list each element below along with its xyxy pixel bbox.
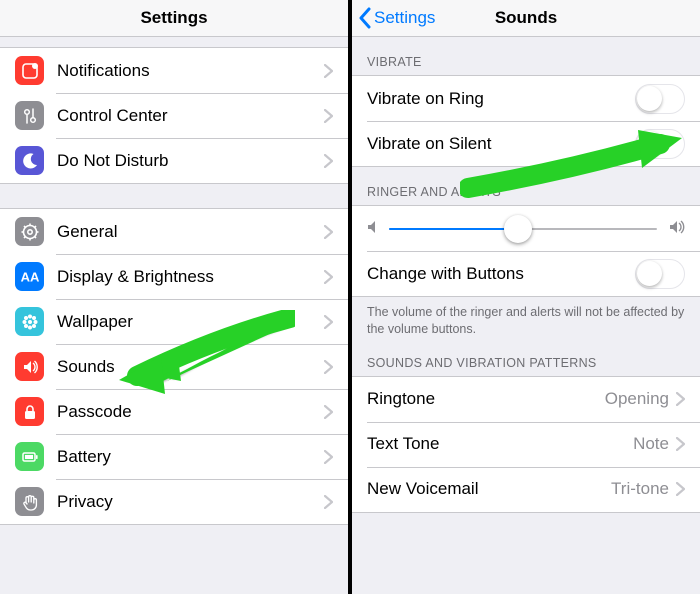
navbar-right: Settings Sounds bbox=[352, 0, 700, 37]
nav-title-right: Sounds bbox=[495, 8, 557, 28]
settings-row-label: Display & Brightness bbox=[57, 267, 324, 287]
chevron-right-icon bbox=[324, 405, 333, 419]
chevron-right-icon bbox=[676, 437, 685, 451]
settings-row-label: Control Center bbox=[57, 106, 324, 126]
speaker-icon bbox=[15, 352, 44, 381]
chevron-right-icon bbox=[324, 64, 333, 78]
back-label: Settings bbox=[374, 8, 435, 28]
slider-knob[interactable] bbox=[504, 215, 532, 243]
toggle-vibrate-on-silent[interactable] bbox=[635, 129, 685, 159]
settings-row-label: Privacy bbox=[57, 492, 324, 512]
row-label: Ringtone bbox=[367, 389, 605, 409]
settings-row-label: Sounds bbox=[57, 357, 324, 377]
sounds-pane: Settings Sounds Vibrate Vibrate on Ring … bbox=[352, 0, 700, 594]
settings-row-sounds[interactable]: Sounds bbox=[0, 344, 348, 389]
settings-row-label: Battery bbox=[57, 447, 324, 467]
chevron-right-icon bbox=[324, 154, 333, 168]
speaker-high-icon bbox=[669, 219, 685, 239]
row-change-with-buttons: Change with Buttons bbox=[352, 251, 700, 296]
settings-row-general[interactable]: General bbox=[0, 209, 348, 254]
chevron-right-icon bbox=[324, 225, 333, 239]
aa-icon bbox=[15, 262, 44, 291]
row-label: Change with Buttons bbox=[367, 264, 635, 284]
chevron-right-icon bbox=[324, 495, 333, 509]
settings-row-passcode[interactable]: Passcode bbox=[0, 389, 348, 434]
group-header-vibrate: Vibrate bbox=[352, 37, 700, 75]
chevron-right-icon bbox=[324, 360, 333, 374]
notifications-icon bbox=[15, 56, 44, 85]
gear-icon bbox=[15, 217, 44, 246]
chevron-right-icon bbox=[676, 482, 685, 496]
chevron-left-icon bbox=[358, 7, 371, 29]
moon-icon bbox=[15, 146, 44, 175]
row-value: Opening bbox=[605, 389, 669, 409]
vibrate-group: Vibrate on Ring Vibrate on Silent bbox=[352, 75, 700, 167]
row-vibrate-on-silent: Vibrate on Silent bbox=[352, 121, 700, 166]
battery-icon bbox=[15, 442, 44, 471]
settings-row-wallpaper[interactable]: Wallpaper bbox=[0, 299, 348, 344]
chevron-right-icon bbox=[324, 315, 333, 329]
row-vibrate-on-ring: Vibrate on Ring bbox=[352, 76, 700, 121]
settings-row-display[interactable]: Display & Brightness bbox=[0, 254, 348, 299]
control-center-icon bbox=[15, 101, 44, 130]
toggle-change-with-buttons[interactable] bbox=[635, 259, 685, 289]
settings-row-battery[interactable]: Battery bbox=[0, 434, 348, 479]
row-label: Text Tone bbox=[367, 434, 633, 454]
chevron-right-icon bbox=[324, 109, 333, 123]
navbar-left: Settings bbox=[0, 0, 348, 37]
chevron-right-icon bbox=[324, 450, 333, 464]
row-new-voicemail[interactable]: New Voicemail Tri-tone bbox=[352, 467, 700, 512]
settings-row-notifications[interactable]: Notifications bbox=[0, 48, 348, 93]
patterns-group: Ringtone Opening Text Tone Note New Voic… bbox=[352, 376, 700, 513]
lock-icon bbox=[15, 397, 44, 426]
settings-row-control-center[interactable]: Control Center bbox=[0, 93, 348, 138]
ringer-group: Change with Buttons bbox=[352, 205, 700, 297]
row-label: Vibrate on Silent bbox=[367, 134, 635, 154]
settings-group-1: Notifications Control Center Do Not Dist… bbox=[0, 47, 348, 184]
chevron-right-icon bbox=[324, 270, 333, 284]
chevron-right-icon bbox=[676, 392, 685, 406]
row-value: Note bbox=[633, 434, 669, 454]
back-button[interactable]: Settings bbox=[358, 0, 435, 36]
row-label: Vibrate on Ring bbox=[367, 89, 635, 109]
toggle-vibrate-on-ring[interactable] bbox=[635, 84, 685, 114]
row-text-tone[interactable]: Text Tone Note bbox=[352, 422, 700, 467]
volume-slider[interactable] bbox=[389, 228, 657, 230]
nav-title-left: Settings bbox=[140, 8, 207, 28]
row-label: New Voicemail bbox=[367, 479, 611, 499]
settings-group-2: General Display & Brightness Wallpaper S… bbox=[0, 208, 348, 525]
group-header-ringer: Ringer and Alerts bbox=[352, 167, 700, 205]
settings-row-do-not-disturb[interactable]: Do Not Disturb bbox=[0, 138, 348, 183]
group-footer-ringer: The volume of the ringer and alerts will… bbox=[352, 297, 700, 346]
speaker-low-icon bbox=[367, 219, 377, 239]
settings-row-label: Passcode bbox=[57, 402, 324, 422]
row-value: Tri-tone bbox=[611, 479, 669, 499]
flower-icon bbox=[15, 307, 44, 336]
row-ringtone[interactable]: Ringtone Opening bbox=[352, 377, 700, 422]
settings-row-label: Do Not Disturb bbox=[57, 151, 324, 171]
row-volume-slider bbox=[352, 206, 700, 251]
group-header-patterns: Sounds and Vibration Patterns bbox=[352, 346, 700, 376]
settings-row-label: Wallpaper bbox=[57, 312, 324, 332]
settings-row-label: General bbox=[57, 222, 324, 242]
settings-pane: Settings Notifications Control Center Do… bbox=[0, 0, 348, 594]
hand-icon bbox=[15, 487, 44, 516]
settings-row-label: Notifications bbox=[57, 61, 324, 81]
settings-row-privacy[interactable]: Privacy bbox=[0, 479, 348, 524]
